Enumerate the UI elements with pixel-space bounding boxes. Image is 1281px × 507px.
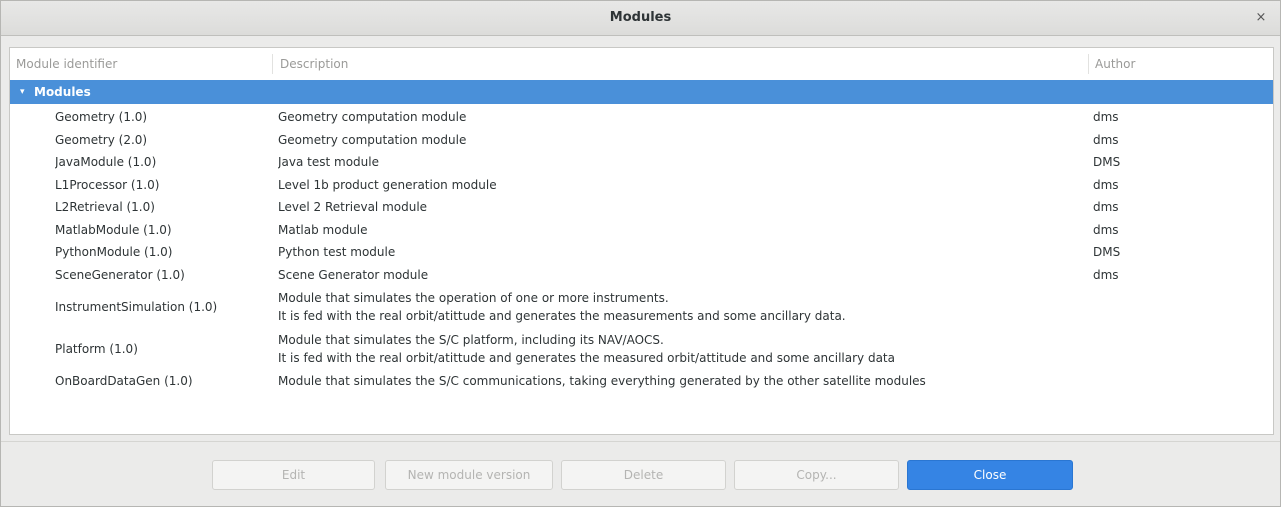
module-identifier-cell: Geometry (2.0): [55, 132, 148, 147]
description-cell: Module that simulates the operation of o…: [278, 286, 1088, 331]
delete-button[interactable]: Delete: [561, 460, 726, 490]
description-cell: Module that simulates the S/C communicat…: [278, 370, 1088, 393]
description-cell: Java test module: [278, 151, 1088, 174]
description-line: Level 1b product generation module: [278, 177, 497, 192]
description-line: Module that simulates the S/C communicat…: [278, 374, 926, 388]
table-row[interactable]: InstrumentSimulation (1.0) Module that si…: [10, 286, 1273, 328]
description-line: Geometry computation module: [278, 132, 467, 147]
description-cell: Level 1b product generation module: [278, 174, 1088, 197]
expander-arrow-icon[interactable]: ▾: [20, 80, 25, 104]
table-row[interactable]: L2Retrieval (1.0) Level 2 Retrieval modul…: [10, 196, 1273, 219]
table-row[interactable]: Platform (1.0) Module that simulates the …: [10, 328, 1273, 370]
author-cell: dms: [1093, 177, 1119, 192]
module-identifier-cell: InstrumentSimulation (1.0): [55, 300, 218, 314]
column-divider[interactable]: [1088, 54, 1089, 74]
author-cell: DMS: [1093, 155, 1121, 169]
description-cell: Python test module: [278, 241, 1088, 264]
description-cell: Module that simulates the S/C platform, …: [278, 328, 1088, 373]
author-cell: DMS: [1093, 245, 1121, 259]
close-icon[interactable]: ×: [1250, 7, 1272, 29]
table-row[interactable]: JavaModule (1.0) Java test module DMS: [10, 151, 1273, 174]
description-cell: Geometry computation module: [278, 129, 1088, 152]
column-divider[interactable]: [272, 54, 273, 74]
column-header-author[interactable]: Author: [1095, 48, 1135, 80]
titlebar[interactable]: Modules ×: [1, 1, 1280, 36]
module-identifier-cell: PythonModule (1.0): [55, 245, 173, 259]
table-row[interactable]: SceneGenerator (1.0) Scene Generator modu…: [10, 264, 1273, 287]
author-cell: dms: [1093, 222, 1119, 237]
module-identifier-cell: OnBoardDataGen (1.0): [55, 374, 193, 388]
author-cell: dms: [1093, 110, 1119, 124]
footer-divider: [1, 441, 1280, 442]
module-identifier-cell: Geometry (1.0): [55, 110, 148, 124]
description-cell: Geometry computation module: [278, 106, 1088, 129]
table-row[interactable]: Geometry (1.0) Geometry computation modul…: [10, 106, 1273, 129]
copy-button[interactable]: Copy...: [734, 460, 899, 490]
table-row[interactable]: Geometry (2.0) Geometry computation modul…: [10, 129, 1273, 152]
description-line: Module that simulates the operation of o…: [278, 291, 669, 305]
tree-group-modules[interactable]: ▾ Modules: [10, 80, 1273, 104]
author-cell: dms: [1093, 200, 1119, 214]
table-header: Module identifier Description Author: [10, 48, 1273, 81]
author-cell: [1093, 328, 1213, 370]
description-line: It is fed with the real orbit/atittude a…: [278, 351, 895, 365]
module-identifier-cell: L1Processor (1.0): [55, 177, 160, 192]
column-header-module-identifier[interactable]: Module identifier: [16, 48, 117, 80]
description-line: Python test module: [278, 245, 396, 259]
modules-dialog: Modules × Module identifier Description …: [0, 0, 1281, 507]
description-line: Module that simulates the S/C platform, …: [278, 333, 664, 347]
author-cell: dms: [1093, 267, 1119, 282]
module-identifier-cell: Platform (1.0): [55, 342, 138, 356]
description-line: It is fed with the real orbit/atittude a…: [278, 309, 846, 323]
table-row[interactable]: OnBoardDataGen (1.0) Module that simulate…: [10, 370, 1273, 393]
tree-group-label: Modules: [34, 85, 91, 99]
module-identifier-cell: SceneGenerator (1.0): [55, 267, 185, 282]
module-identifier-cell: L2Retrieval (1.0): [55, 200, 155, 214]
author-cell: [1093, 286, 1213, 328]
description-cell: Scene Generator module: [278, 264, 1088, 287]
author-cell: dms: [1093, 132, 1119, 147]
table-row[interactable]: PythonModule (1.0) Python test module DMS: [10, 241, 1273, 264]
author-cell: [1093, 370, 1213, 393]
column-header-description[interactable]: Description: [280, 48, 348, 80]
description-line: Geometry computation module: [278, 110, 467, 124]
table-row[interactable]: MatlabModule (1.0) Matlab module dms: [10, 219, 1273, 242]
modules-tree-view[interactable]: Module identifier Description Author ▾ M…: [9, 47, 1274, 435]
table-row[interactable]: L1Processor (1.0) Level 1b product genera…: [10, 174, 1273, 197]
description-line: Java test module: [278, 155, 379, 169]
new-module-version-button[interactable]: New module version: [385, 460, 553, 490]
dialog-title: Modules: [609, 10, 672, 25]
description-cell: Matlab module: [278, 219, 1088, 242]
edit-button[interactable]: Edit: [212, 460, 375, 490]
description-line: Level 2 Retrieval module: [278, 200, 428, 214]
description-line: Scene Generator module: [278, 267, 429, 282]
module-identifier-cell: JavaModule (1.0): [55, 155, 157, 169]
description-line: Matlab module: [278, 222, 368, 237]
description-cell: Level 2 Retrieval module: [278, 196, 1088, 219]
module-identifier-cell: MatlabModule (1.0): [55, 222, 172, 237]
close-button[interactable]: Close: [907, 460, 1073, 490]
